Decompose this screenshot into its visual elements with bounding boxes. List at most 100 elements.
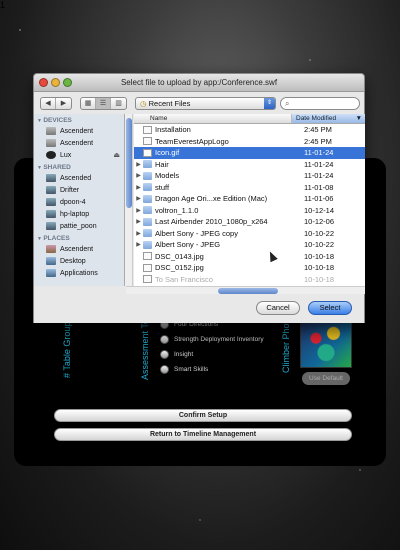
column-name[interactable]: Name [134,114,292,123]
use-default-button[interactable]: Use Default [302,372,350,385]
sidebar-scrollbar[interactable] [125,114,133,286]
radio-button[interactable] [160,365,169,374]
file-name: To San Francisco [155,274,213,284]
sidebar-item-place[interactable]: Desktop [34,255,124,267]
file-row[interactable]: ▶ Albert Sony - JPEG 10-10-22 [134,239,365,251]
file-row[interactable]: ▶ Dragon Age Ori...xe Edition (Mac) 11-01-… [134,193,365,205]
disclosure-triangle-icon[interactable]: ▶ [134,241,143,248]
back-icon[interactable]: ◀ [41,97,56,109]
list-view-icon[interactable]: ☰ [96,97,111,109]
sort-arrow-icon: ▼ [355,115,362,122]
search-icon: ⌕ [285,99,290,108]
disclosure-triangle-icon[interactable]: ▶ [134,230,143,237]
folder-icon [143,240,152,249]
file-date: 11-01-06 [304,194,334,204]
disclosure-triangle-icon[interactable]: ▶ [134,184,143,191]
document-icon [143,275,152,284]
radio-button[interactable] [160,335,169,344]
file-date: 2:45 PM [304,136,332,146]
icon-view-icon[interactable]: ▦ [81,97,96,109]
disclosure-triangle-icon[interactable]: ▶ [134,218,143,225]
applications-icon [46,269,56,277]
folder-icon [143,206,152,215]
disc-icon [46,151,56,159]
file-date: 2:45 PM [304,125,332,135]
sidebar-header-places: ▼ PLACES [37,235,70,242]
sidebar-header-devices: ▼ DEVICES [37,117,72,124]
file-row[interactable]: TeamEverestAppLogo 2:45 PM [134,136,365,148]
sidebar-item-shared[interactable]: dpoon-4 [34,196,124,208]
disclosure-triangle-icon[interactable]: ▶ [134,161,143,168]
file-row[interactable]: DSC_0152.jpg 10-10-18 [134,262,365,274]
file-row[interactable]: To San Francisco 10-10-18 [134,274,365,286]
confirm-setup-button[interactable]: Confirm Setup [54,409,352,422]
sidebar-item-device[interactable]: Lux ⏏ [34,149,124,161]
document-icon [143,252,152,261]
column-view-icon[interactable]: ▥ [111,98,126,109]
sidebar-item-shared[interactable]: pattie_poon [34,220,124,232]
folder-icon [143,171,152,180]
search-input[interactable]: ⌕ [280,97,360,110]
sidebar-item-device[interactable]: Ascendent [34,125,124,137]
file-row[interactable]: ▶ Models 11-01-24 [134,170,365,182]
cancel-button[interactable]: Cancel [256,301,300,315]
file-list-scrollbar[interactable] [126,286,365,294]
option-strength-deployment[interactable]: Strength Deployment Inventory [160,335,264,344]
sidebar-item-device[interactable]: Ascendent [34,137,124,149]
file-row[interactable]: ▶ Last Airbender 2010_1080p_x264 10-12-06 [134,216,365,228]
sidebar-item-shared[interactable]: hp-laptop [34,208,124,220]
column-date-modified[interactable]: Date Modified ▼ [292,114,365,123]
file-row[interactable]: Installation 2:45 PM [134,124,365,136]
file-date: 10-12-06 [304,217,335,227]
close-icon[interactable] [39,78,48,87]
desktop-icon [46,257,56,265]
file-date: 11-01-08 [304,182,334,192]
file-row[interactable]: ▶ stuff 11-01-08 [134,182,365,194]
sidebar-item-shared[interactable]: Ascended [34,172,124,184]
sidebar-item-place[interactable]: Applications [34,267,124,279]
return-timeline-button[interactable]: Return to Timeline Management [54,428,352,441]
sidebar-item-shared[interactable]: Drifter [34,184,124,196]
file-date: 10-10-22 [304,228,335,238]
clock-icon: ◷ [140,99,149,108]
file-date: 10-10-18 [304,263,335,273]
document-icon [143,263,152,272]
file-date: 10-10-22 [304,240,335,250]
climber-photo-thumbnail[interactable] [300,318,352,368]
dialog-button-bar: Cancel Select [34,295,364,323]
radio-button[interactable] [160,350,169,359]
option-smart-skills[interactable]: Smart Skills [160,365,208,374]
eject-icon[interactable]: ⏏ [113,151,120,159]
disclosure-triangle-icon[interactable]: ▶ [134,172,143,179]
sidebar-item-place[interactable]: Ascendent [34,243,124,255]
file-name: Last Airbender 2010_1080p_x264 [155,217,268,227]
forward-icon[interactable]: ▶ [56,98,71,109]
file-row[interactable]: DSC_0143.jpg 10-10-18 [134,251,365,263]
computer-icon [46,174,56,182]
file-name: Albert Sony - JPEG copy [155,228,238,238]
file-list-header: Name Date Modified ▼ [134,114,365,124]
disclosure-triangle-icon[interactable]: ▶ [134,195,143,202]
disclosure-triangle-icon[interactable]: ▶ [134,207,143,214]
file-row[interactable]: ▶ Albert Sony - JPEG copy 10-10-22 [134,228,365,240]
select-button[interactable]: Select [308,301,352,315]
location-popup[interactable]: ◷ Recent Files ⇕ [135,97,276,110]
file-row[interactable]: ▶ voltron_1.1.0 10-12-14 [134,205,365,217]
file-name: DSC_0143.jpg [155,251,204,261]
option-label: Strength Deployment Inventory [174,336,264,343]
scrollbar-thumb[interactable] [126,118,132,208]
file-name: Dragon Age Ori...xe Edition (Mac) [155,194,268,204]
minimize-icon[interactable] [51,78,60,87]
folder-icon [143,183,152,192]
file-row[interactable]: ▶ Hair 11-01-24 [134,159,365,171]
file-list: Name Date Modified ▼ Installation 2:45 PM T… [134,114,365,286]
file-date: 11-01-24 [304,171,334,181]
zoom-icon[interactable] [63,78,72,87]
file-row[interactable]: Icon.gif 11-01-24 [134,147,365,159]
file-name: DSC_0152.jpg [155,263,204,273]
scrollbar-thumb[interactable] [218,288,278,294]
chevron-updown-icon: ⇕ [264,98,275,109]
option-insight[interactable]: Insight [160,350,193,359]
file-date: 10-10-18 [304,274,335,284]
sidebar-header-shared: ▼ SHARED [37,164,71,171]
